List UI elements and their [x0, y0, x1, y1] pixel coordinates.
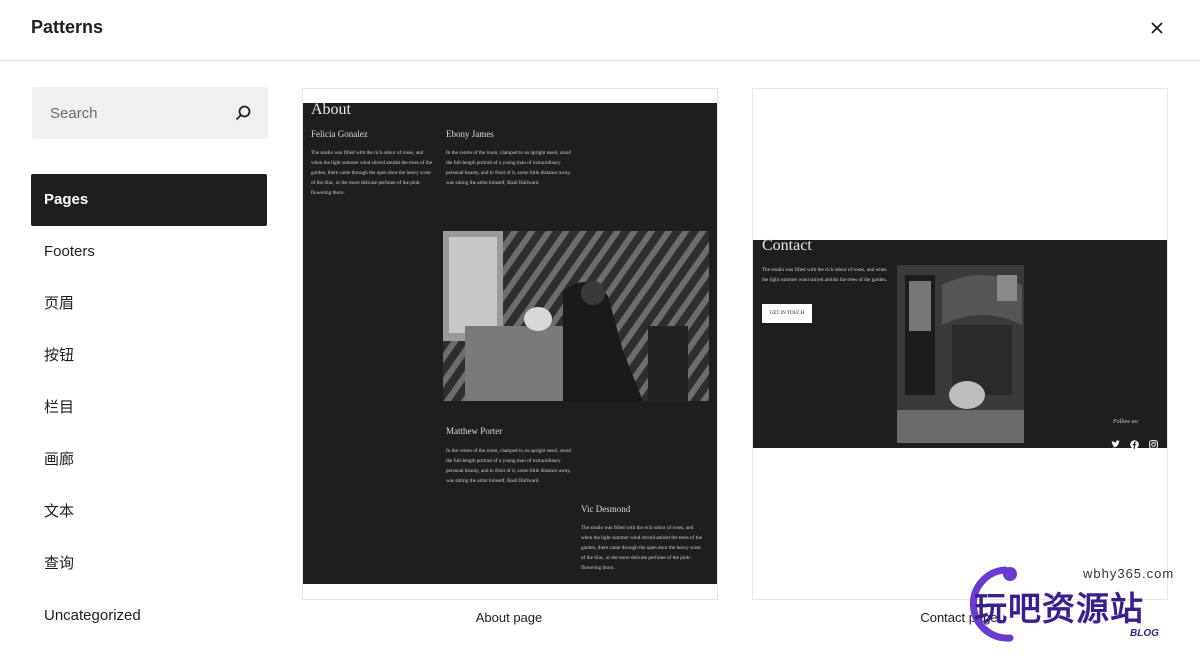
category-gallery[interactable]: 画廊: [31, 434, 267, 486]
search-box: [32, 87, 268, 139]
category-query[interactable]: 查询: [31, 538, 267, 590]
person-name: Felicia Gonalez: [311, 129, 368, 139]
facebook-icon[interactable]: [1130, 436, 1139, 449]
watermark-name: 玩吧资源站: [974, 590, 1144, 627]
category-pages[interactable]: Pages: [31, 174, 267, 226]
person-bio: In the centre of the room, clamped to an…: [446, 150, 571, 186]
person-name: Matthew Porter: [446, 426, 503, 436]
category-list: Pages Footers 页眉 按钮 栏目 画廊 文本 查询 Uncatego…: [31, 174, 267, 642]
get-in-touch-button[interactable]: GET IN TOUCH: [762, 304, 812, 323]
category-columns[interactable]: 栏目: [31, 382, 267, 434]
follow-us-label: Follow us:: [1113, 419, 1139, 425]
category-uncategorized[interactable]: Uncategorized: [31, 590, 267, 642]
person-name: Ebony James: [446, 129, 494, 139]
interior-photo: [897, 265, 1024, 443]
pattern-caption-about: About page: [475, 610, 543, 625]
close-icon[interactable]: [1144, 15, 1170, 41]
instagram-icon[interactable]: [1149, 436, 1158, 449]
person-name: Vic Desmond: [581, 504, 631, 514]
preview-heading: About: [311, 101, 351, 118]
category-footers[interactable]: Footers: [31, 226, 267, 278]
pattern-card-contact[interactable]: Contact The studio was filled with the r…: [752, 88, 1168, 600]
preview-heading: Contact: [762, 237, 812, 254]
watermark-domain: wbhy365.com: [1083, 566, 1175, 581]
category-buttons[interactable]: 按钮: [31, 330, 267, 382]
twitter-icon[interactable]: [1111, 436, 1120, 448]
person-bio: The studio was filled with the rich odou…: [581, 525, 703, 571]
watermark-logo: wbhy365.com 玩吧资源站 BLOG: [950, 560, 1190, 650]
contact-text: The studio was filled with the rich odou…: [762, 267, 888, 283]
search-icon[interactable]: [232, 102, 254, 124]
pattern-card-about[interactable]: About Felicia Gonalez The studio was fil…: [302, 88, 718, 600]
modal-title: Patterns: [31, 17, 104, 37]
modal-header: Patterns: [0, 0, 1200, 61]
person-bio: The studio was filled with the rich odou…: [311, 150, 433, 196]
portrait-photo: [443, 231, 709, 401]
category-headers[interactable]: 页眉: [31, 278, 267, 330]
pattern-preview-contact: Contact The studio was filled with the r…: [753, 237, 1167, 449]
person-bio: In the centre of the room, clamped to an…: [446, 448, 571, 484]
pattern-preview-about: About Felicia Gonalez The studio was fil…: [303, 101, 717, 584]
category-text[interactable]: 文本: [31, 486, 267, 538]
watermark-sub: BLOG: [1130, 628, 1159, 639]
search-input[interactable]: [32, 87, 230, 139]
